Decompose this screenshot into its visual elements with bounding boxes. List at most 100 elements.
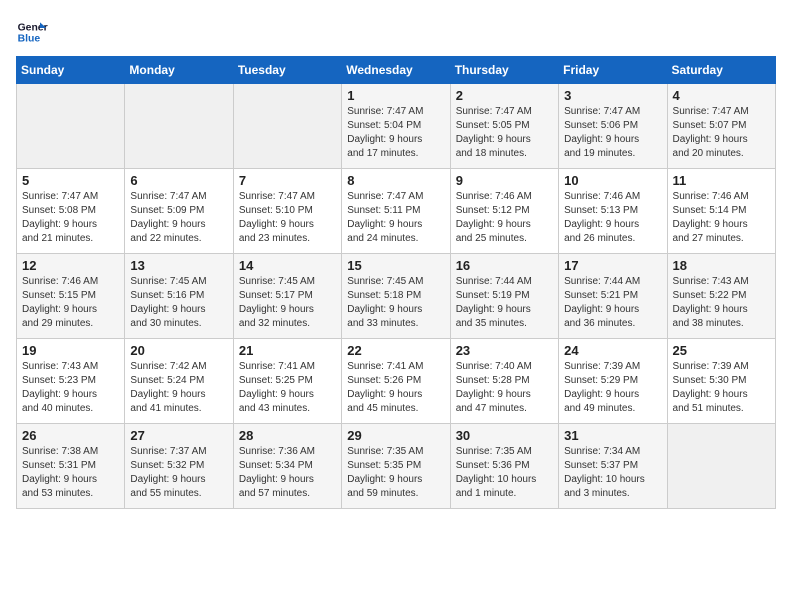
calendar-cell <box>17 84 125 169</box>
calendar-cell: 14 Sunrise: 7:45 AM Sunset: 5:17 PM Dayli… <box>233 254 341 339</box>
day-number: 27 <box>130 428 227 443</box>
day-number: 12 <box>22 258 119 273</box>
logo-icon: General Blue <box>16 16 48 48</box>
calendar-cell: 27 Sunrise: 7:37 AM Sunset: 5:32 PM Dayli… <box>125 424 233 509</box>
calendar-cell: 24 Sunrise: 7:39 AM Sunset: 5:29 PM Dayli… <box>559 339 667 424</box>
day-info: Sunrise: 7:37 AM Sunset: 5:32 PM Dayligh… <box>130 445 227 501</box>
calendar-cell: 8Sunrise: 7:47 AM Sunset: 5:11 PM Daylig… <box>342 169 450 254</box>
day-info: Sunrise: 7:42 AM Sunset: 5:24 PM Dayligh… <box>130 360 227 416</box>
day-number: 16 <box>456 258 553 273</box>
day-number: 4 <box>673 88 770 103</box>
calendar-cell: 2Sunrise: 7:47 AM Sunset: 5:05 PM Daylig… <box>450 84 558 169</box>
day-number: 25 <box>673 343 770 358</box>
day-info: Sunrise: 7:41 AM Sunset: 5:26 PM Dayligh… <box>347 360 444 416</box>
calendar-cell: 26 Sunrise: 7:38 AM Sunset: 5:31 PM Dayli… <box>17 424 125 509</box>
day-info: Sunrise: 7:44 AM Sunset: 5:21 PM Dayligh… <box>564 275 661 331</box>
weekday-header: Saturday <box>667 57 775 84</box>
weekday-header: Wednesday <box>342 57 450 84</box>
day-info: Sunrise: 7:47 AM Sunset: 5:04 PM Dayligh… <box>347 105 444 161</box>
calendar-cell: 30Sunrise: 7:35 AM Sunset: 5:36 PM Dayli… <box>450 424 558 509</box>
day-number: 30 <box>456 428 553 443</box>
calendar-cell: 5 Sunrise: 7:47 AM Sunset: 5:08 PM Daylig… <box>17 169 125 254</box>
calendar-cell: 3 Sunrise: 7:47 AM Sunset: 5:06 PM Daylig… <box>559 84 667 169</box>
day-number: 31 <box>564 428 661 443</box>
day-number: 24 <box>564 343 661 358</box>
calendar-cell: 23Sunrise: 7:40 AM Sunset: 5:28 PM Dayli… <box>450 339 558 424</box>
svg-text:Blue: Blue <box>18 34 41 45</box>
calendar-cell: 12 Sunrise: 7:46 AM Sunset: 5:15 PM Dayli… <box>17 254 125 339</box>
day-number: 11 <box>673 173 770 188</box>
calendar-cell: 16 Sunrise: 7:44 AM Sunset: 5:19 PM Dayli… <box>450 254 558 339</box>
calendar-cell: 18 Sunrise: 7:43 AM Sunset: 5:22 PM Dayli… <box>667 254 775 339</box>
day-info: Sunrise: 7:38 AM Sunset: 5:31 PM Dayligh… <box>22 445 119 501</box>
day-number: 26 <box>22 428 119 443</box>
day-info: Sunrise: 7:47 AM Sunset: 5:11 PM Dayligh… <box>347 190 444 246</box>
day-info: Sunrise: 7:34 AM Sunset: 5:37 PM Dayligh… <box>564 445 661 501</box>
day-number: 17 <box>564 258 661 273</box>
day-number: 5 <box>22 173 119 188</box>
page-header: General Blue <box>16 16 776 48</box>
weekday-header: Thursday <box>450 57 558 84</box>
weekday-header: Friday <box>559 57 667 84</box>
calendar-cell: 19 Sunrise: 7:43 AM Sunset: 5:23 PM Dayli… <box>17 339 125 424</box>
day-number: 28 <box>239 428 336 443</box>
day-info: Sunrise: 7:43 AM Sunset: 5:22 PM Dayligh… <box>673 275 770 331</box>
day-info: Sunrise: 7:47 AM Sunset: 5:08 PM Dayligh… <box>22 190 119 246</box>
day-info: Sunrise: 7:46 AM Sunset: 5:13 PM Dayligh… <box>564 190 661 246</box>
day-number: 7 <box>239 173 336 188</box>
calendar-cell <box>233 84 341 169</box>
calendar-cell: 25 Sunrise: 7:39 AM Sunset: 5:30 PM Dayli… <box>667 339 775 424</box>
day-info: Sunrise: 7:46 AM Sunset: 5:12 PM Dayligh… <box>456 190 553 246</box>
calendar-cell <box>125 84 233 169</box>
day-number: 19 <box>22 343 119 358</box>
day-info: Sunrise: 7:47 AM Sunset: 5:07 PM Dayligh… <box>673 105 770 161</box>
weekday-header: Tuesday <box>233 57 341 84</box>
calendar-cell: 31 Sunrise: 7:34 AM Sunset: 5:37 PM Dayli… <box>559 424 667 509</box>
day-number: 3 <box>564 88 661 103</box>
day-info: Sunrise: 7:43 AM Sunset: 5:23 PM Dayligh… <box>22 360 119 416</box>
calendar-cell: 6 Sunrise: 7:47 AM Sunset: 5:09 PM Daylig… <box>125 169 233 254</box>
day-number: 15 <box>347 258 444 273</box>
day-number: 29 <box>347 428 444 443</box>
calendar-cell: 17 Sunrise: 7:44 AM Sunset: 5:21 PM Dayli… <box>559 254 667 339</box>
day-info: Sunrise: 7:45 AM Sunset: 5:16 PM Dayligh… <box>130 275 227 331</box>
logo: General Blue <box>16 16 48 48</box>
day-info: Sunrise: 7:47 AM Sunset: 5:06 PM Dayligh… <box>564 105 661 161</box>
day-info: Sunrise: 7:44 AM Sunset: 5:19 PM Dayligh… <box>456 275 553 331</box>
calendar-cell: 7 Sunrise: 7:47 AM Sunset: 5:10 PM Daylig… <box>233 169 341 254</box>
day-info: Sunrise: 7:39 AM Sunset: 5:29 PM Dayligh… <box>564 360 661 416</box>
day-info: Sunrise: 7:47 AM Sunset: 5:05 PM Dayligh… <box>456 105 553 161</box>
day-number: 10 <box>564 173 661 188</box>
calendar-cell <box>667 424 775 509</box>
calendar-header: SundayMondayTuesdayWednesdayThursdayFrid… <box>17 57 776 84</box>
day-number: 22 <box>347 343 444 358</box>
day-info: Sunrise: 7:41 AM Sunset: 5:25 PM Dayligh… <box>239 360 336 416</box>
day-number: 9 <box>456 173 553 188</box>
calendar-cell: 22 Sunrise: 7:41 AM Sunset: 5:26 PM Dayli… <box>342 339 450 424</box>
calendar-cell: 29 Sunrise: 7:35 AM Sunset: 5:35 PM Dayli… <box>342 424 450 509</box>
calendar-cell: 20 Sunrise: 7:42 AM Sunset: 5:24 PM Dayli… <box>125 339 233 424</box>
calendar-cell: 9 Sunrise: 7:46 AM Sunset: 5:12 PM Daylig… <box>450 169 558 254</box>
day-number: 20 <box>130 343 227 358</box>
calendar-cell: 1 Sunrise: 7:47 AM Sunset: 5:04 PM Daylig… <box>342 84 450 169</box>
day-number: 1 <box>347 88 444 103</box>
day-info: Sunrise: 7:46 AM Sunset: 5:15 PM Dayligh… <box>22 275 119 331</box>
day-number: 21 <box>239 343 336 358</box>
weekday-header: Sunday <box>17 57 125 84</box>
day-info: Sunrise: 7:39 AM Sunset: 5:30 PM Dayligh… <box>673 360 770 416</box>
calendar-table: SundayMondayTuesdayWednesdayThursdayFrid… <box>16 56 776 509</box>
calendar-cell: 28Sunrise: 7:36 AM Sunset: 5:34 PM Dayli… <box>233 424 341 509</box>
day-info: Sunrise: 7:47 AM Sunset: 5:10 PM Dayligh… <box>239 190 336 246</box>
day-number: 18 <box>673 258 770 273</box>
day-number: 23 <box>456 343 553 358</box>
day-number: 14 <box>239 258 336 273</box>
day-number: 6 <box>130 173 227 188</box>
day-info: Sunrise: 7:45 AM Sunset: 5:18 PM Dayligh… <box>347 275 444 331</box>
day-number: 13 <box>130 258 227 273</box>
day-info: Sunrise: 7:45 AM Sunset: 5:17 PM Dayligh… <box>239 275 336 331</box>
calendar-cell: 15 Sunrise: 7:45 AM Sunset: 5:18 PM Dayli… <box>342 254 450 339</box>
calendar-cell: 4 Sunrise: 7:47 AM Sunset: 5:07 PM Daylig… <box>667 84 775 169</box>
weekday-header: Monday <box>125 57 233 84</box>
day-info: Sunrise: 7:35 AM Sunset: 5:35 PM Dayligh… <box>347 445 444 501</box>
day-info: Sunrise: 7:47 AM Sunset: 5:09 PM Dayligh… <box>130 190 227 246</box>
